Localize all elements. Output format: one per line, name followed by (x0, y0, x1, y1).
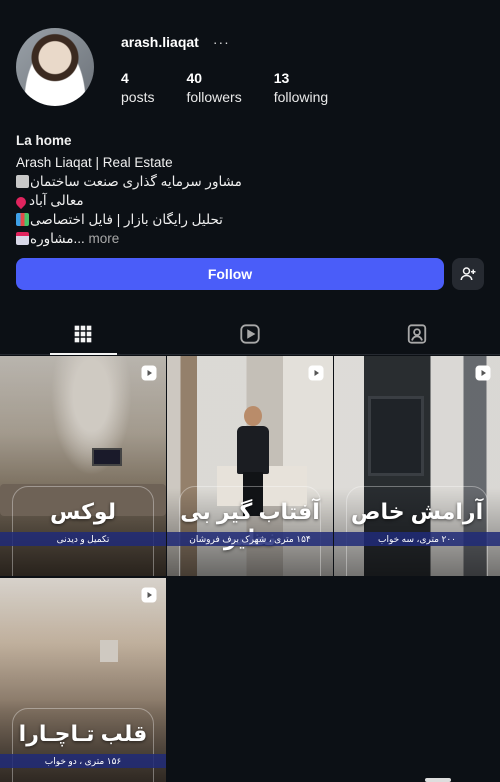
reels-icon (240, 323, 260, 344)
bio-line-1: Arash Liaqat | Real Estate (16, 155, 173, 170)
tagged-icon (407, 323, 426, 344)
tab-reels[interactable] (167, 313, 334, 354)
reel-badge-icon (308, 365, 324, 381)
reel-badge-icon (475, 365, 491, 381)
profile-stats: 4 posts 40 followers 13 following (121, 70, 360, 105)
suggested-users-button[interactable] (452, 258, 484, 290)
add-user-icon (460, 267, 476, 281)
post-caption: ۲۰۰ متری، سه خواب (334, 532, 500, 546)
stat-following-label: following (273, 89, 329, 105)
post-tile[interactable]: لوکس تکمیل و دیدنی (0, 356, 166, 576)
follow-button[interactable]: Follow (16, 258, 444, 290)
building-icon (16, 175, 29, 188)
stat-followers[interactable]: 40 followers (186, 70, 241, 105)
post-caption: ۱۵۶ متری ، دو خواب (0, 754, 166, 768)
post-title: آرامش خاص (350, 499, 484, 524)
tab-tagged[interactable] (333, 313, 500, 354)
chart-icon (16, 213, 29, 226)
post-caption: ۱۵۴ متری ، شهرک برف فروشان (167, 532, 333, 546)
bio-more-link[interactable]: more (89, 231, 120, 246)
more-options-icon[interactable]: ··· (213, 34, 230, 50)
bio-line-2-text: مشاور سرمایه گذاری صنعت ساختمان (30, 174, 242, 189)
post-title: لوکس (50, 499, 116, 524)
stat-followers-label: followers (186, 89, 242, 105)
post-tile[interactable]: آفتاب گیر بی نظیر ۱۵۴ متری ، شهرک برف فر… (167, 356, 333, 576)
tv-shape (92, 448, 122, 466)
bio-line-4-text: تحلیل رایگان بازار | فایل اختصاصی (30, 212, 223, 227)
bio-line-3: معالی آباد (13, 191, 486, 210)
stat-followers-value: 40 (186, 70, 203, 86)
profile-header: arash.liaqat ··· 4 posts 40 followers 13… (16, 28, 486, 108)
username-row: arash.liaqat ··· (121, 34, 230, 50)
range-hood-shape (100, 640, 118, 662)
bio-name: La home (16, 133, 72, 148)
bio-line-5-text: مشاوره... (30, 231, 85, 246)
username[interactable]: arash.liaqat (121, 34, 199, 50)
post-title: قلب تـاچـارا (18, 721, 148, 746)
tab-posts[interactable] (0, 313, 167, 355)
reel-badge-icon (141, 587, 157, 603)
stat-following[interactable]: 13 following (274, 70, 328, 105)
bio: La home Arash Liaqat | Real Estate مشاور… (13, 131, 486, 248)
profile-tabs (0, 313, 500, 355)
location-pin-icon (13, 194, 29, 210)
bio-line-2: مشاور سرمایه گذاری صنعت ساختمان (16, 172, 486, 191)
post-tile[interactable]: قلب تـاچـارا ۱۵۶ متری ، دو خواب (0, 578, 166, 782)
avatar[interactable] (16, 28, 94, 106)
post-tile[interactable]: آرامش خاص ۲۰۰ متری، سه خواب (334, 356, 500, 576)
grid-icon (74, 325, 92, 342)
stat-following-value: 13 (273, 70, 290, 86)
stat-posts[interactable]: 4 posts (121, 70, 154, 105)
window-shape (368, 396, 424, 476)
post-caption: تکمیل و دیدنی (0, 532, 166, 546)
scroll-indicator (425, 778, 451, 782)
bio-line-5: مشاوره... more (16, 229, 486, 248)
stat-posts-value: 4 (121, 70, 129, 86)
bio-line-4: تحلیل رایگان بازار | فایل اختصاصی (16, 210, 486, 229)
stat-posts-label: posts (121, 89, 155, 105)
mailbox-icon (16, 232, 29, 245)
bio-line-3-text: معالی آباد (29, 193, 84, 208)
reel-badge-icon (141, 365, 157, 381)
